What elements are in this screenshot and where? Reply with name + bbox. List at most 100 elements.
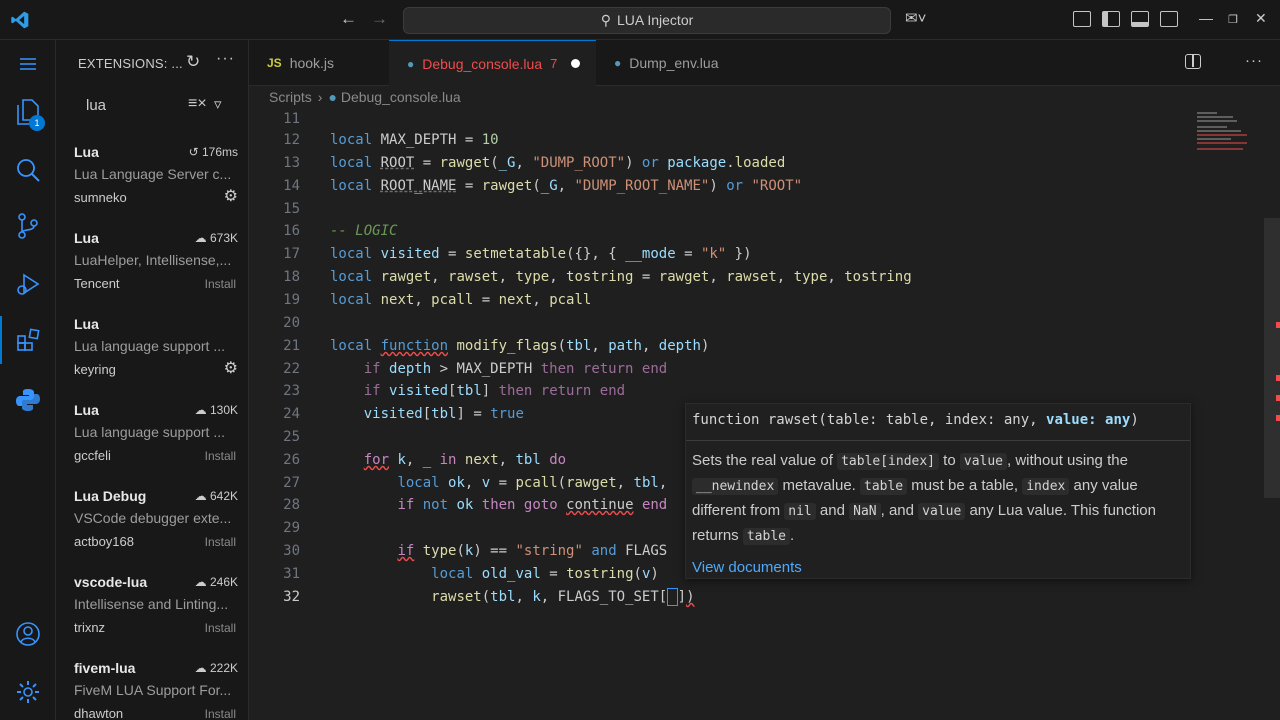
code-line: 22 if depth > MAX_DEPTH then return end xyxy=(249,358,1264,381)
editor-scrollbar[interactable] xyxy=(1264,218,1280,498)
manage-extension-gear-icon[interactable]: ⚙ xyxy=(224,358,238,378)
extension-item[interactable]: Lua Lua language support ... keyring ⚙ xyxy=(74,316,244,402)
line-number: 29 xyxy=(283,520,300,536)
extension-publisher: trixnz xyxy=(74,620,106,635)
view-documents-link[interactable]: View documents xyxy=(692,559,1184,576)
extension-item[interactable]: Lua Debug ☁ 642K VSCode debugger exte...… xyxy=(74,488,244,574)
extensions-sidebar: EXTENSIONS: ... ↻ ··· lua ≡× ▿ Lua ↺ 176… xyxy=(56,40,249,720)
lua-file-icon: ● xyxy=(407,56,415,71)
line-number: 17 xyxy=(283,246,300,262)
code-line: 32 rawset(tbl, k, FLAGS_TO_SET[ ]) xyxy=(249,586,1264,609)
tab-dump-env-lua[interactable]: ● Dump_env.lua xyxy=(596,40,756,86)
command-center-search[interactable]: ⚲ LUA Injector xyxy=(403,7,891,34)
extensions-icon[interactable] xyxy=(0,316,56,364)
accounts-icon[interactable] xyxy=(0,610,56,658)
hover-tooltip: function rawset(table: table, index: any… xyxy=(685,403,1191,579)
editor-more-actions-icon[interactable]: ··· xyxy=(1245,52,1263,69)
extension-publisher: keyring xyxy=(74,362,116,377)
extension-item[interactable]: vscode-lua ☁ 246K Intellisense and Linti… xyxy=(74,574,244,660)
vscode-logo-icon xyxy=(11,11,29,29)
install-button[interactable]: Install xyxy=(205,535,236,549)
code-text: if type(k) == "string" and FLAGS xyxy=(397,543,668,559)
run-debug-icon[interactable] xyxy=(0,260,56,308)
minimize-icon[interactable]: — xyxy=(1199,10,1213,26)
breadcrumb-item[interactable]: Debug_console.lua xyxy=(341,89,461,105)
copilot-icon[interactable]: ✉˅ xyxy=(905,9,926,27)
restore-icon[interactable]: ❐ xyxy=(1228,13,1238,26)
extension-name: fivem-lua xyxy=(74,660,136,676)
extension-search-value[interactable]: lua xyxy=(86,97,106,114)
code-line: 12 local MAX_DEPTH = 10 xyxy=(249,129,1264,152)
minimap[interactable] xyxy=(1195,108,1255,158)
code-text: if depth > MAX_DEPTH then return end xyxy=(363,361,668,377)
install-button[interactable]: Install xyxy=(205,449,236,463)
tab-label: hook.js xyxy=(289,55,335,71)
extension-description: LuaHelper, Intellisense,... xyxy=(74,252,232,268)
code-line: 16 -- LOGIC xyxy=(249,220,1264,243)
manage-extension-gear-icon[interactable]: ⚙ xyxy=(224,186,238,206)
install-button[interactable]: Install xyxy=(205,707,236,720)
line-number: 13 xyxy=(283,155,300,171)
code-text: rawset(tbl, k, FLAGS_TO_SET[ ]) xyxy=(431,588,695,606)
python-icon[interactable] xyxy=(0,376,56,424)
menu-icon[interactable] xyxy=(0,40,56,88)
scrollbar-error-marker xyxy=(1276,415,1280,421)
code-text: if visited[tbl] then return end xyxy=(363,383,626,399)
filter-icon[interactable]: ▿ xyxy=(214,95,222,113)
line-number: 18 xyxy=(283,269,300,285)
toggle-primary-sidebar-icon[interactable] xyxy=(1102,11,1120,27)
line-number: 12 xyxy=(283,132,300,148)
more-actions-icon[interactable]: ··· xyxy=(216,50,235,68)
unsaved-dot-icon[interactable] xyxy=(571,59,581,68)
breadcrumb-item[interactable]: Scripts xyxy=(269,89,312,105)
hover-documentation: Sets the real value of table[index] to v… xyxy=(692,452,1156,545)
scrollbar-error-marker xyxy=(1276,322,1280,328)
install-button[interactable]: Install xyxy=(205,277,236,291)
clear-filter-icon[interactable]: ≡× xyxy=(188,95,207,113)
line-number: 27 xyxy=(283,475,300,491)
tab-label: Debug_console.lua xyxy=(422,55,543,72)
cloud-download-icon: ☁ xyxy=(194,403,210,417)
explorer-icon[interactable]: 1 xyxy=(0,88,56,136)
search-view-icon[interactable] xyxy=(0,146,56,194)
cloud-download-icon: ☁ xyxy=(194,575,210,589)
source-control-icon[interactable] xyxy=(0,202,56,250)
extension-name: Lua xyxy=(74,402,99,418)
refresh-icon[interactable]: ↻ xyxy=(186,52,200,72)
extension-publisher: dhawton xyxy=(74,706,124,720)
extension-description: Lua Language Server c... xyxy=(74,166,232,182)
tab-debug-console-lua[interactable]: ● Debug_console.lua 7 xyxy=(389,40,596,86)
hover-signature: function rawset(table: table, index: any… xyxy=(692,412,1139,428)
code-line: 14 local ROOT_NAME = rawget(_G, "DUMP_ROO… xyxy=(249,175,1264,198)
line-number: 28 xyxy=(283,497,300,513)
code-line: 17 local visited = setmetatable({}, { __m… xyxy=(249,243,1264,266)
extension-search-input[interactable]: lua ≡× ▿ xyxy=(78,92,238,120)
line-number: 25 xyxy=(283,429,300,445)
extension-item[interactable]: Lua ☁ 673K LuaHelper, Intellisense,... T… xyxy=(74,230,244,316)
close-window-icon[interactable]: ✕ xyxy=(1255,10,1267,27)
extension-item[interactable]: Lua ↺ 176ms Lua Language Server c... sum… xyxy=(74,144,244,230)
cloud-download-icon: ☁ xyxy=(194,231,210,245)
extension-stat: ☁ 246K xyxy=(194,575,238,589)
editor-tabs: JS hook.js ● Debug_console.lua 7 ● Dump_… xyxy=(249,40,1280,86)
extension-item[interactable]: Lua ☁ 130K Lua language support ... gccf… xyxy=(74,402,244,488)
line-number: 23 xyxy=(283,383,300,399)
customize-layout-icon[interactable] xyxy=(1073,11,1091,27)
toggle-secondary-sidebar-icon[interactable] xyxy=(1160,11,1178,27)
manage-gear-icon[interactable] xyxy=(0,668,56,716)
sidebar-title: EXTENSIONS: ... xyxy=(78,56,183,71)
hover-divider xyxy=(686,440,1190,441)
toggle-panel-icon[interactable] xyxy=(1131,11,1149,27)
forward-arrow-icon[interactable]: → xyxy=(371,9,388,29)
code-text: local ROOT_NAME = rawget(_G, "DUMP_ROOT_… xyxy=(330,178,803,194)
install-button[interactable]: Install xyxy=(205,621,236,635)
code-comment: -- LOGIC xyxy=(330,223,398,239)
back-arrow-icon[interactable]: ← xyxy=(340,9,357,29)
extension-item[interactable]: fivem-lua ☁ 222K FiveM LUA Support For..… xyxy=(74,660,244,720)
extension-publisher: Tencent xyxy=(74,276,120,291)
split-editor-icon[interactable] xyxy=(1185,54,1201,69)
extension-description: Lua language support ... xyxy=(74,338,226,354)
tab-hook-js[interactable]: JS hook.js xyxy=(249,40,389,86)
code-text: local MAX_DEPTH = 10 xyxy=(330,132,499,148)
chevron-right-icon: › xyxy=(317,89,323,105)
